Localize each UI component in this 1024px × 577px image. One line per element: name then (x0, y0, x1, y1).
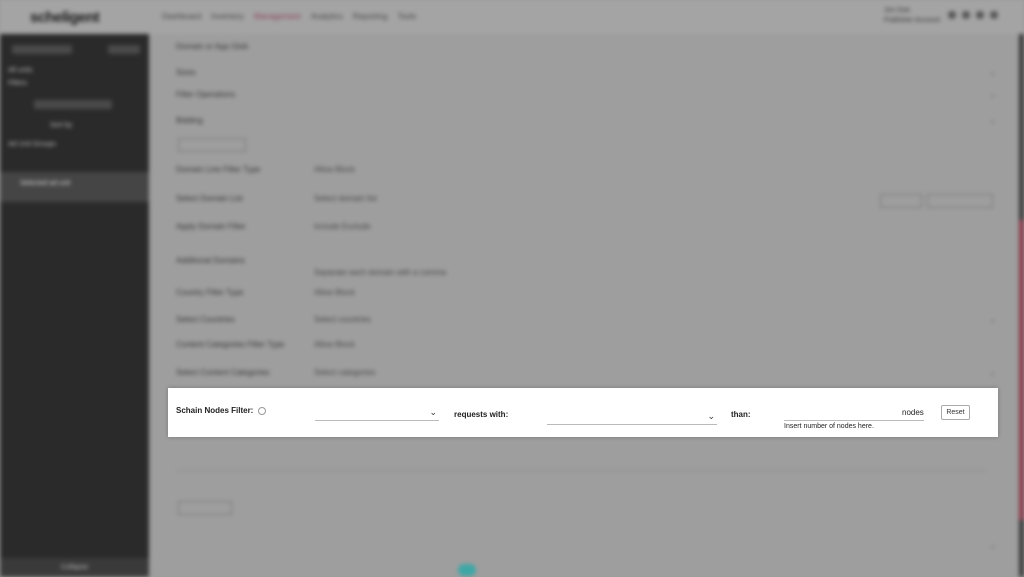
form-row: Country Filter Type Allow Block (176, 288, 996, 300)
form-row[interactable]: Sizes ⌄ (176, 68, 996, 80)
background-button[interactable] (927, 194, 993, 208)
schain-condition-select[interactable]: ⌄ (315, 406, 439, 421)
user-info[interactable]: Jon Doe Publisher Account (884, 6, 940, 26)
form-row: Additional Domains (176, 256, 996, 268)
form-row[interactable]: Bidding ⌄ (176, 116, 996, 128)
form-value[interactable]: Allow Block (314, 165, 355, 174)
profile-icon[interactable] (990, 11, 998, 19)
form-label: Content Categories Filter Type (176, 340, 285, 349)
sidebar-item-label: Selected ad unit (20, 180, 71, 187)
main-nav: Dashboard Inventory Management Analytics… (162, 12, 416, 21)
sidebar-tab[interactable] (108, 45, 140, 54)
chevron-down-icon: ⌄ (429, 407, 437, 417)
chevron-down-icon: ⌄ (989, 68, 996, 77)
form-value[interactable]: Allow Block (314, 340, 355, 349)
form-row: Domain Line Filter Type Allow Block (176, 165, 996, 177)
user-org: Publisher Account (884, 17, 941, 24)
reset-button[interactable]: Reset (941, 405, 970, 420)
form-label: Filter Operations (176, 90, 236, 99)
requests-with-label: requests with: (454, 410, 509, 419)
nav-item-analytics[interactable]: Analytics (311, 12, 343, 21)
form-label: Additional Domains (176, 256, 245, 265)
form-row: Separate each domain with a comma (176, 268, 996, 280)
form-value[interactable]: Separate each domain with a comma (314, 268, 446, 277)
form-row: Domain or App Glob (176, 42, 996, 54)
form-row: Content Categories Filter Type Allow Blo… (176, 340, 996, 352)
nav-item-inventory[interactable]: Inventory (211, 12, 244, 21)
form-label: Bidding (176, 116, 203, 125)
form-label: Select Countries (176, 315, 235, 324)
background-text-line (176, 470, 986, 471)
schain-nodes-filter-panel: Schain Nodes Filter: ⌄ requests with: ⌄ … (168, 388, 998, 437)
background-button[interactable] (178, 138, 246, 152)
sidebar-collapse[interactable]: Collapse (0, 558, 149, 577)
comparison-select[interactable]: ⌄ (547, 410, 717, 425)
nav-item-dashboard[interactable]: Dashboard (162, 12, 201, 21)
form-row[interactable]: ⌄ (176, 541, 996, 553)
form-value[interactable]: Allow Block (314, 288, 355, 297)
app-logo: scheligent (30, 9, 100, 26)
scrollbar-thumb[interactable] (1019, 220, 1024, 520)
nav-item-tools[interactable]: Tools (397, 12, 416, 21)
notifications-icon[interactable] (962, 11, 970, 19)
form-label: Apply Domain Filter (176, 222, 246, 231)
form-label: Domain or App Glob (176, 42, 249, 51)
sidebar-search[interactable] (34, 100, 112, 109)
schain-filter-label: Schain Nodes Filter: (176, 406, 266, 415)
sidebar-item-selected[interactable]: Selected ad unit (0, 172, 149, 202)
sidebar-item[interactable]: Sort by (50, 122, 72, 129)
nav-item-management[interactable]: Management (254, 12, 301, 21)
form-value[interactable]: Select domain list (314, 194, 377, 203)
chevron-down-icon: ⌄ (989, 90, 996, 99)
sidebar-item[interactable]: All units (8, 67, 33, 74)
chat-fab[interactable] (458, 564, 476, 576)
settings-icon[interactable] (976, 11, 984, 19)
form-row[interactable]: Select Countries Select countries ⌄ (176, 315, 996, 327)
sidebar-tab[interactable] (12, 45, 72, 54)
sidebar-item[interactable]: Filters (8, 80, 27, 87)
form-label: Country Filter Type (176, 288, 244, 297)
form-value[interactable]: Include Exclude (314, 222, 370, 231)
nav-item-reporting[interactable]: Reporting (353, 12, 388, 21)
background-button[interactable] (178, 501, 232, 515)
nodes-input-hint: Insert number of nodes here. (784, 423, 874, 430)
help-icon[interactable] (948, 11, 956, 19)
top-icons (948, 11, 998, 19)
form-label: Domain Line Filter Type (176, 165, 261, 174)
chevron-down-icon: ⌄ (707, 411, 715, 421)
than-label: than: (731, 410, 751, 419)
form-row: Select Domain List Select domain list (176, 194, 996, 206)
chevron-down-icon: ⌄ (989, 541, 996, 550)
form-row: Apply Domain Filter Include Exclude (176, 222, 996, 234)
form-value: Select countries (314, 315, 371, 324)
chevron-down-icon: ⌄ (989, 315, 996, 324)
schain-filter-label-text: Schain Nodes Filter: (176, 406, 254, 415)
sidebar: All units Filters Sort by Ad Unit Groups… (0, 34, 149, 577)
form-label: Sizes (176, 68, 196, 77)
background-app: scheligent Dashboard Inventory Managemen… (0, 0, 1024, 577)
nodes-unit-label: nodes (902, 408, 924, 417)
top-bar: scheligent Dashboard Inventory Managemen… (0, 0, 1024, 34)
form-value: Select categories (314, 368, 376, 377)
chevron-down-icon: ⌄ (989, 368, 996, 377)
chevron-down-icon: ⌄ (989, 116, 996, 125)
background-button[interactable] (880, 194, 922, 208)
form-row[interactable]: Filter Operations ⌄ (176, 90, 996, 102)
main-content: Domain or App Glob Sizes ⌄ Filter Operat… (149, 34, 1019, 577)
form-label: Select Domain List (176, 194, 243, 203)
form-row[interactable]: Select Content Categories Select categor… (176, 368, 996, 380)
form-label: Select Content Categories (176, 368, 270, 377)
user-name: Jon Doe (884, 7, 911, 14)
sidebar-item[interactable]: Ad Unit Groups (8, 141, 56, 148)
info-icon[interactable] (257, 406, 266, 415)
